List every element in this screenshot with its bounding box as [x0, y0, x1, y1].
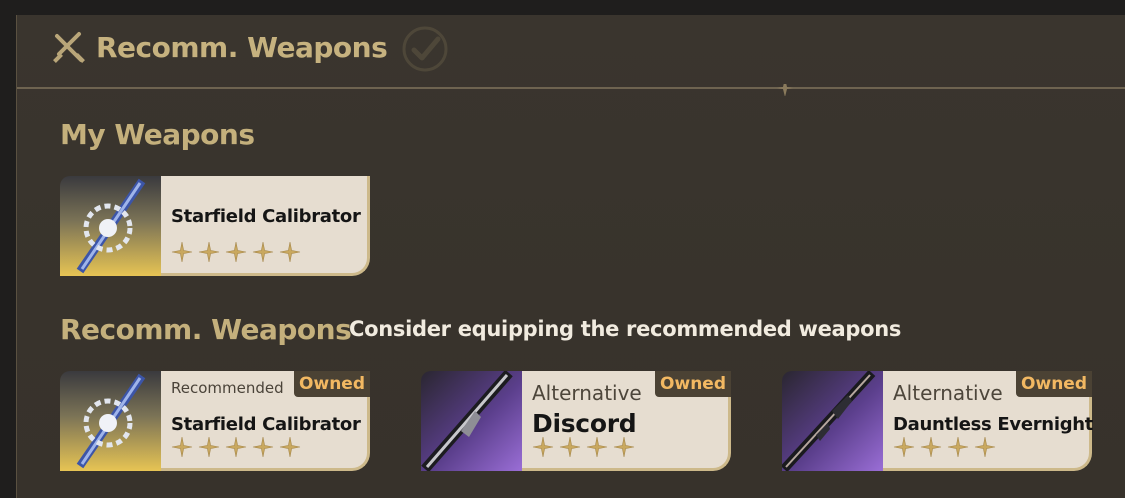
- rarity-stars: [532, 436, 635, 458]
- recommended-weapon-card[interactable]: Alternative Owned Dauntless Evernight: [782, 371, 1094, 471]
- weapon-info: Alternative Owned Discord: [522, 371, 731, 471]
- weapon-name: Starfield Calibrator: [171, 206, 361, 227]
- recommended-weapon-card[interactable]: Recommended Owned Starfield Calibrator: [60, 371, 370, 471]
- star-icon: [252, 241, 274, 263]
- recommended-subtitle: Consider equipping the recommended weapo…: [349, 317, 902, 341]
- star-icon: [252, 436, 274, 458]
- rarity-stars: [171, 241, 301, 263]
- weapon-info: Alternative Owned Dauntless Evernight: [883, 371, 1094, 471]
- recommendation-tag: Alternative: [893, 381, 1003, 405]
- rarity-stars: [893, 436, 996, 458]
- star-icon: [559, 436, 581, 458]
- recommended-weapon-card[interactable]: Alternative Owned Discord: [421, 371, 731, 471]
- owned-badge: Owned: [655, 371, 731, 397]
- weapon-name: Starfield Calibrator: [171, 414, 361, 435]
- owned-badge: Owned: [294, 371, 370, 397]
- star-icon: [198, 436, 220, 458]
- my-weapons-title: My Weapons: [60, 118, 255, 151]
- weapon-info: Starfield Calibrator: [161, 176, 370, 276]
- star-icon: [279, 436, 301, 458]
- my-weapon-card[interactable]: Starfield Calibrator: [60, 176, 370, 276]
- weapon-name: Dauntless Evernight: [893, 414, 1094, 435]
- owned-badge: Owned: [1016, 371, 1092, 397]
- weapon-thumbnail-discord: [421, 371, 522, 471]
- star-icon: [974, 436, 996, 458]
- star-icon: [225, 241, 247, 263]
- star-icon: [586, 436, 608, 458]
- star-icon: [893, 436, 915, 458]
- star-icon: [947, 436, 969, 458]
- recommended-weapons-panel: Recomm. Weapons My Weapons Starfield Cal…: [16, 15, 1125, 498]
- recommendation-tag: Alternative: [532, 381, 642, 405]
- weapon-thumbnail-starfield-calibrator: [60, 176, 161, 276]
- star-icon: [532, 436, 554, 458]
- weapon-thumbnail-dauntless-evernight: [782, 371, 883, 471]
- star-icon: [279, 241, 301, 263]
- recommended-weapons-title: Recomm. Weapons: [60, 313, 352, 346]
- star-icon: [613, 436, 635, 458]
- page-title: Recomm. Weapons: [96, 31, 388, 64]
- checkmark-circle-icon[interactable]: [401, 25, 449, 73]
- star-icon: [171, 436, 193, 458]
- star-icon: [225, 436, 247, 458]
- weapon-name: Discord: [532, 409, 637, 438]
- crossed-swords-icon: [53, 32, 85, 63]
- panel-header: Recomm. Weapons: [17, 15, 1125, 96]
- weapon-info: Recommended Owned Starfield Calibrator: [161, 371, 370, 471]
- header-divider: [17, 84, 1125, 96]
- rarity-stars: [171, 436, 301, 458]
- star-icon: [198, 241, 220, 263]
- star-icon: [171, 241, 193, 263]
- recommendation-tag: Recommended: [171, 379, 284, 397]
- weapon-thumbnail-starfield-calibrator: [60, 371, 161, 471]
- star-icon: [920, 436, 942, 458]
